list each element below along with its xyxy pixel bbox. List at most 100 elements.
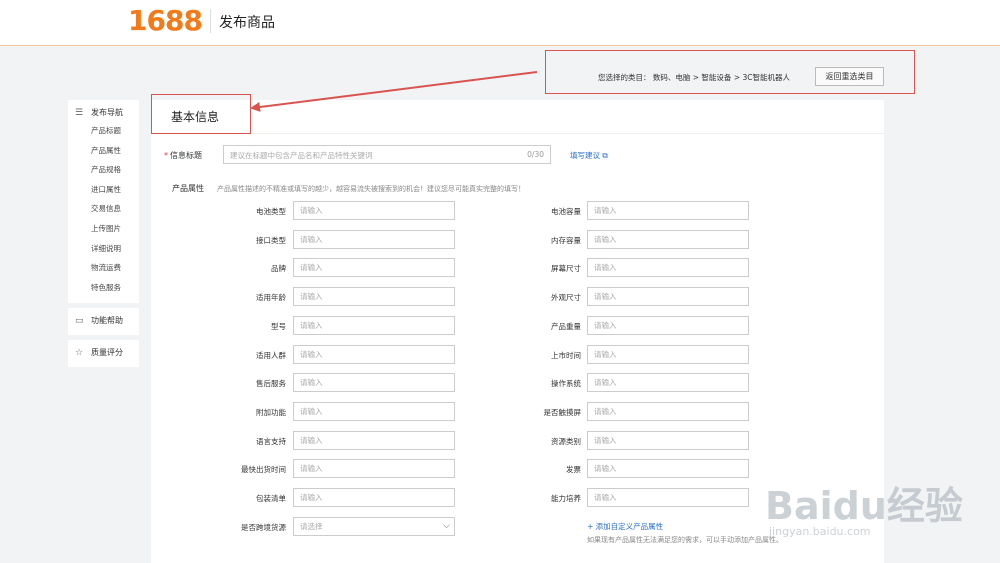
attribute-input[interactable]: 请输入 (293, 488, 455, 507)
attribute-label: 发票 (566, 465, 581, 475)
attribute-placeholder: 请输入 (594, 464, 617, 474)
attribute-label: 包装清单 (256, 494, 286, 503)
header-divider (210, 9, 211, 33)
attribute-input[interactable]: 请输入 (587, 201, 749, 220)
add-custom-attribute-hint: 如果现有产品属性无法满足您的需求，可以手动添加产品属性。 (587, 536, 783, 544)
site-logo[interactable]: 1688 (128, 4, 203, 37)
attribute-placeholder: 请输入 (300, 378, 323, 388)
attribute-placeholder: 请选择 (300, 521, 323, 531)
attribute-placeholder: 请输入 (594, 320, 617, 330)
attribute-label: 能力培养 (551, 494, 581, 503)
attribute-input[interactable]: 请输入 (293, 258, 455, 278)
sidebar-item[interactable]: 产品标题 (68, 121, 139, 141)
chat-icon: ▭ (75, 316, 84, 327)
attribute-input[interactable]: 请输入 (293, 229, 455, 249)
attribute-placeholder: 请输入 (300, 493, 323, 502)
attribute-input[interactable]: 请输入 (587, 258, 749, 278)
page-title: 发布商品 (219, 15, 275, 31)
sidebar-item[interactable]: 产品属性 (68, 141, 139, 161)
attribute-input[interactable]: 请输入 (293, 287, 455, 307)
sidebar-item[interactable]: 交易信息 (68, 199, 139, 219)
attribute-label: 电池类型 (256, 207, 286, 216)
attribute-placeholder: 请输入 (300, 234, 323, 244)
attribute-placeholder: 请输入 (594, 435, 617, 445)
section-divider (151, 133, 884, 134)
attribute-label: 操作系统 (551, 379, 581, 389)
attribute-label: 是否跨境货源 (241, 522, 286, 532)
attribute-placeholder: 请输入 (594, 493, 617, 502)
attribute-input[interactable]: 请输入 (587, 229, 749, 249)
attribute-label: 是否触摸屏 (543, 407, 582, 417)
watermark-text: Baidu经验 (765, 484, 963, 528)
attribute-label: 附加功能 (256, 407, 286, 417)
info-title-label: * 信息标题 (164, 150, 202, 161)
sidebar-item[interactable]: 详细说明 (68, 239, 139, 259)
attribute-input[interactable]: 请输入 (293, 315, 455, 335)
attribute-label: 电池容量 (551, 207, 581, 216)
sidebar-help-label: 功能帮助 (91, 316, 123, 326)
attribute-placeholder: 请输入 (300, 406, 323, 416)
attributes-label: 产品属性 (172, 184, 204, 193)
sidebar-nav-group: ☰ 发布导航 产品标题 产品属性 产品规格 进口属性 交易信息 上传图片 详细说明 物流运费特… (68, 100, 139, 304)
attribute-placeholder: 请输入 (300, 292, 323, 302)
sidebar-item[interactable]: 进口属性 (68, 180, 139, 200)
info-title-input[interactable]: 建议在标题中包含产品名和产品特性关键词 0/30 (223, 145, 551, 164)
sidebar-nav-items: 产品标题 产品属性 产品规格 进口属性 交易信息 上传图片 详细说明 物流运费 特色服务 (68, 121, 139, 297)
attribute-input[interactable]: 请输入 (587, 488, 749, 507)
info-title-counter: 0/30 (527, 150, 544, 159)
attribute-select[interactable]: 请选择 ⌵ (293, 516, 455, 536)
sidebar-nav-title[interactable]: ☰ 发布导航 (68, 105, 139, 121)
attribute-label: 产品重量 (551, 321, 581, 331)
title-tip-link[interactable]: 填写建议 ⧉ (570, 150, 608, 161)
attribute-input[interactable]: 请输入 (293, 459, 455, 479)
add-custom-attribute-link[interactable]: + 添加自定义产品属性 (587, 521, 663, 532)
attribute-label: 最快出货时间 (241, 465, 286, 475)
attribute-placeholder: 请输入 (300, 435, 323, 445)
sidebar-quality-group: ☆ 质量评分 (68, 340, 139, 368)
reselect-category-button[interactable]: 返回重选类目 (815, 67, 884, 86)
star-icon: ☆ (75, 348, 84, 359)
attribute-input[interactable]: 请输入 (587, 430, 749, 450)
sidebar-item[interactable]: 物流运费 (68, 258, 139, 278)
info-title-placeholder: 建议在标题中包含产品名和产品特性关键词 (230, 151, 373, 160)
publish-sidebar: ☰ 发布导航 产品标题 产品属性 产品规格 进口属性 交易信息 上传图片 详细说明 物流运费特… (68, 100, 139, 368)
attribute-placeholder: 请输入 (594, 378, 617, 388)
attribute-input[interactable]: 请输入 (587, 344, 749, 364)
attribute-placeholder: 请输入 (594, 263, 617, 273)
attribute-placeholder: 请输入 (300, 320, 323, 330)
attribute-input[interactable]: 请输入 (293, 430, 455, 450)
section-title: 基本信息 (171, 110, 220, 124)
top-header: 1688 发布商品 (0, 0, 1000, 46)
sidebar-help[interactable]: ▭ 功能帮助 (68, 313, 139, 329)
attribute-input[interactable]: 请输入 (587, 373, 749, 393)
sidebar-item[interactable]: 特色服务 (68, 278, 139, 298)
attribute-label: 适用年龄 (256, 293, 286, 303)
sidebar-quality[interactable]: ☆ 质量评分 (68, 345, 139, 361)
attribute-placeholder: 请输入 (594, 406, 617, 416)
selected-category: 您选择的类目： 数码、电脑 > 智能设备 > 3C智能机器人 (598, 73, 790, 82)
attribute-input[interactable]: 请输入 (293, 373, 455, 393)
attribute-input[interactable]: 请输入 (293, 344, 455, 364)
attribute-input[interactable]: 请输入 (587, 459, 749, 479)
sidebar-quality-label: 质量评分 (91, 348, 123, 358)
attribute-input[interactable]: 请输入 (587, 287, 749, 307)
attribute-label: 品牌 (271, 264, 286, 274)
attribute-input[interactable]: 请输入 (587, 401, 749, 421)
title-tip-link-label: 填写建议 (570, 151, 600, 160)
sidebar-item[interactable]: 上传图片 (68, 219, 139, 239)
attribute-label: 适用人群 (256, 350, 286, 360)
sidebar-item[interactable]: 产品规格 (68, 160, 139, 180)
attribute-label: 屏幕尺寸 (551, 264, 581, 274)
required-marker: * (164, 151, 168, 160)
attributes-hint: 产品属性描述的不精准或填写的越少，越容易流失被搜索到的机会！建议您尽可能真实完整… (217, 185, 525, 193)
attribute-input[interactable]: 请输入 (293, 201, 455, 220)
external-link-icon: ⧉ (602, 151, 608, 160)
attribute-label: 内存容量 (551, 235, 581, 245)
attribute-placeholder: 请输入 (300, 206, 323, 215)
attribute-placeholder: 请输入 (594, 234, 617, 244)
attribute-input[interactable]: 请输入 (587, 315, 749, 335)
attribute-input[interactable]: 请输入 (293, 401, 455, 421)
attribute-label: 资源类别 (551, 436, 581, 446)
info-title-label-text: 信息标题 (170, 151, 202, 160)
list-icon: ☰ (75, 108, 84, 118)
